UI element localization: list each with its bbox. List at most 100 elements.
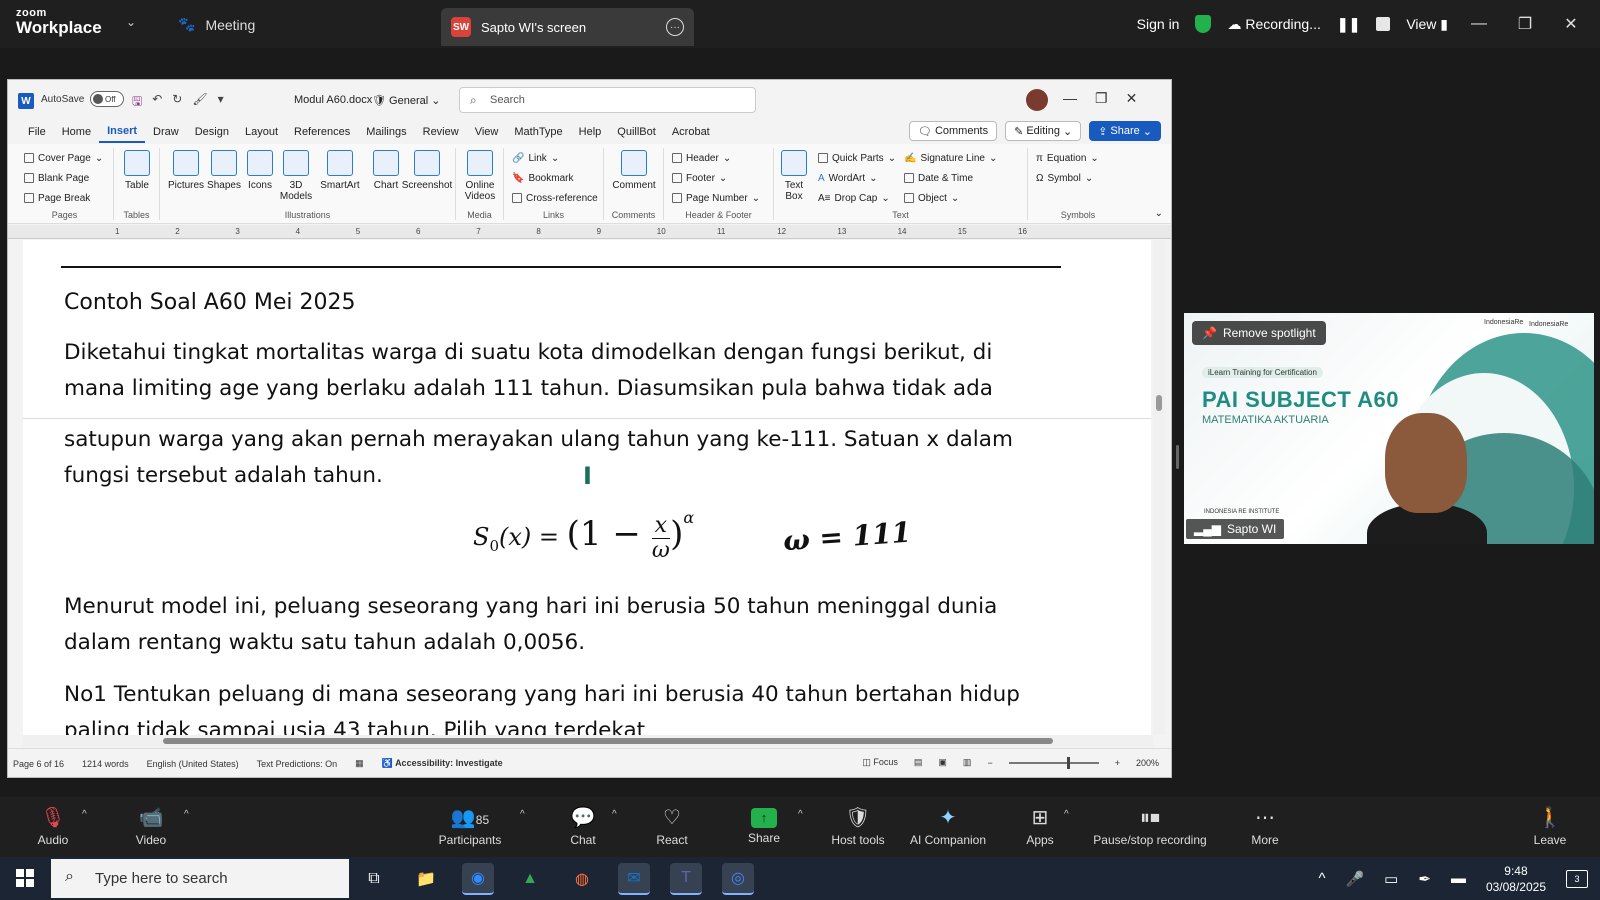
collapse-ribbon-icon[interactable]: ⌄ xyxy=(1155,208,1163,219)
shared-screen-tab[interactable]: SW Sapto WI's screen ··· xyxy=(441,8,694,46)
microphone-icon[interactable]: 🎤 xyxy=(1345,870,1364,888)
text-predictions[interactable]: Text Predictions: On xyxy=(257,759,338,769)
taskbar-search-input[interactable]: ⌕ Type here to search xyxy=(51,859,349,898)
zoom-app-icon[interactable]: ◉ xyxy=(462,863,494,895)
taskbar-clock[interactable]: 9:48 03/08/2025 xyxy=(1486,863,1546,895)
minimize-icon[interactable]: — xyxy=(1464,15,1494,33)
video-button[interactable]: 📹 Video xyxy=(130,805,172,847)
tab-design[interactable]: Design xyxy=(187,121,237,143)
audio-options-chevron-icon[interactable]: ^ xyxy=(82,809,87,820)
view-button[interactable]: View ▮ xyxy=(1406,16,1448,33)
screen-share-tray-icon[interactable]: ▭ xyxy=(1384,870,1398,888)
word-close-icon[interactable]: ✕ xyxy=(1126,90,1138,107)
pictures-button[interactable]: Pictures xyxy=(166,150,206,191)
outlook-icon[interactable]: ✉ xyxy=(618,863,650,895)
tab-references[interactable]: References xyxy=(286,121,358,143)
pen-icon[interactable]: ✒ xyxy=(1418,870,1431,888)
chat-button[interactable]: 💬 Chat xyxy=(565,805,601,847)
symbol-button[interactable]: Ω Symbol ⌄ xyxy=(1028,168,1128,188)
video-options-chevron-icon[interactable]: ^ xyxy=(184,809,189,820)
blank-page-button[interactable]: Blank Page xyxy=(16,168,113,188)
page-number-button[interactable]: Page Number ⌄ xyxy=(664,188,773,208)
drop-cap-button[interactable]: A≡ Drop Cap ⌄ xyxy=(810,188,900,208)
chat-chevron-icon[interactable]: ^ xyxy=(612,809,617,820)
read-mode-icon[interactable]: ▤ xyxy=(914,757,923,768)
format-painter-icon[interactable]: 🖌 xyxy=(192,92,207,113)
pause-recording-icon[interactable]: ❚❚ xyxy=(1337,16,1360,33)
focus-button[interactable]: ◫ Focus xyxy=(862,757,898,768)
customize-icon[interactable]: ▾ xyxy=(218,92,224,113)
tab-view[interactable]: View xyxy=(467,121,507,143)
recording-indicator[interactable]: ☁ Recording... xyxy=(1227,16,1320,33)
notification-icon[interactable]: 3 xyxy=(1566,869,1588,888)
wordart-button[interactable]: A WordArt ⌄ xyxy=(810,168,900,188)
leave-button[interactable]: 🚶 Leave xyxy=(1530,805,1570,847)
screenshot-button[interactable]: Screenshot xyxy=(400,150,454,191)
google-drive-icon[interactable]: ▲ xyxy=(514,863,546,895)
shapes-button[interactable]: Shapes xyxy=(204,150,244,191)
tab-file[interactable]: File xyxy=(20,121,54,143)
tab-review[interactable]: Review xyxy=(415,121,467,143)
save-icon[interactable]: 🖫 xyxy=(132,92,142,113)
3d-models-button[interactable]: 3D Models xyxy=(274,150,318,202)
zoom-slider[interactable] xyxy=(1008,756,1099,769)
zoom-workplace-logo[interactable]: zoom Workplace xyxy=(16,8,102,37)
share-chevron-icon[interactable]: ^ xyxy=(798,809,803,820)
document-stats-icon[interactable]: ▦ xyxy=(355,758,364,769)
signature-line-button[interactable]: ✍ Signature Line ⌄ xyxy=(896,148,1024,168)
panel-resize-handle[interactable] xyxy=(1176,445,1179,469)
sensitivity-label[interactable]: 🛡 General ⌄ xyxy=(372,94,440,107)
page-break-button[interactable]: Page Break xyxy=(16,188,113,208)
online-videos-button[interactable]: Online Videos xyxy=(456,150,504,202)
word-restore-icon[interactable]: ❐ xyxy=(1095,90,1108,107)
tab-draw[interactable]: Draw xyxy=(145,121,187,143)
zoom-in-icon[interactable]: + xyxy=(1115,758,1120,768)
table-button[interactable]: Table xyxy=(114,150,160,191)
ai-companion-button[interactable]: ✦ AI Companion xyxy=(905,805,991,847)
more-button[interactable]: ⋯ More xyxy=(1245,805,1285,847)
audio-button[interactable]: 🎙 Audio xyxy=(33,805,73,847)
participants-chevron-icon[interactable]: ^ xyxy=(520,809,525,820)
autosave-toggle[interactable]: Off xyxy=(90,91,124,107)
word-minimize-icon[interactable]: — xyxy=(1063,90,1077,107)
user-avatar[interactable] xyxy=(1026,89,1048,111)
tab-insert[interactable]: Insert xyxy=(99,121,146,143)
share-doc-button[interactable]: ⇪ Share ⌄ xyxy=(1089,121,1161,141)
comments-button[interactable]: 🗨 Comments xyxy=(908,121,998,141)
host-tools-button[interactable]: 🛡 Host tools xyxy=(828,805,888,847)
share-screen-button[interactable]: ↑ Share xyxy=(744,805,784,845)
tab-quillbot[interactable]: QuillBot xyxy=(609,121,664,143)
remove-spotlight-button[interactable]: 📌 Remove spotlight xyxy=(1192,321,1326,345)
more-options-icon[interactable]: ··· xyxy=(666,18,684,36)
firefox-icon[interactable]: ◍ xyxy=(566,863,598,895)
language[interactable]: English (United States) xyxy=(147,759,239,769)
object-button[interactable]: Object ⌄ xyxy=(896,188,1024,208)
meeting-tab[interactable]: 🐾 Meeting xyxy=(178,16,255,33)
pause-stop-recording-button[interactable]: ⏸⏹ Pause/stop recording xyxy=(1088,805,1212,847)
cover-page-button[interactable]: Cover Page ⌄ xyxy=(16,148,113,168)
word-count[interactable]: 1214 words xyxy=(82,759,129,769)
windows-start-icon[interactable] xyxy=(16,869,34,887)
chevron-down-icon[interactable]: ⌄ xyxy=(126,15,136,29)
comment-button[interactable]: Comment xyxy=(604,150,664,191)
text-box-button[interactable]: Text Box xyxy=(776,150,812,202)
tab-help[interactable]: Help xyxy=(571,121,610,143)
zoom-level[interactable]: 200% xyxy=(1136,758,1159,768)
react-button[interactable]: ♡ React xyxy=(652,805,692,847)
link-button[interactable]: 🔗 Link ⌄ xyxy=(504,148,603,168)
apps-chevron-icon[interactable]: ^ xyxy=(1064,809,1069,820)
teams-icon[interactable]: T xyxy=(670,863,702,895)
footer-button[interactable]: Footer ⌄ xyxy=(664,168,773,188)
print-layout-icon[interactable]: ▣ xyxy=(938,757,947,768)
quick-parts-button[interactable]: Quick Parts ⌄ xyxy=(810,148,900,168)
bookmark-button[interactable]: 🔖 Bookmark xyxy=(504,168,603,188)
document-name[interactable]: Modul A60.docx xyxy=(294,94,372,106)
equation-button[interactable]: π Equation ⌄ xyxy=(1028,148,1128,168)
vertical-scrollbar[interactable] xyxy=(1153,240,1165,735)
stop-recording-icon[interactable] xyxy=(1376,17,1391,31)
horizontal-scrollbar[interactable] xyxy=(23,735,1153,747)
scrollbar-thumb[interactable] xyxy=(163,738,1053,744)
undo-icon[interactable]: ↶ xyxy=(152,92,162,113)
redo-icon[interactable]: ↻ xyxy=(172,92,182,113)
participant-video[interactable]: IndonesiaRe IndonesiaRe 📌 Remove spotlig… xyxy=(1184,313,1594,544)
